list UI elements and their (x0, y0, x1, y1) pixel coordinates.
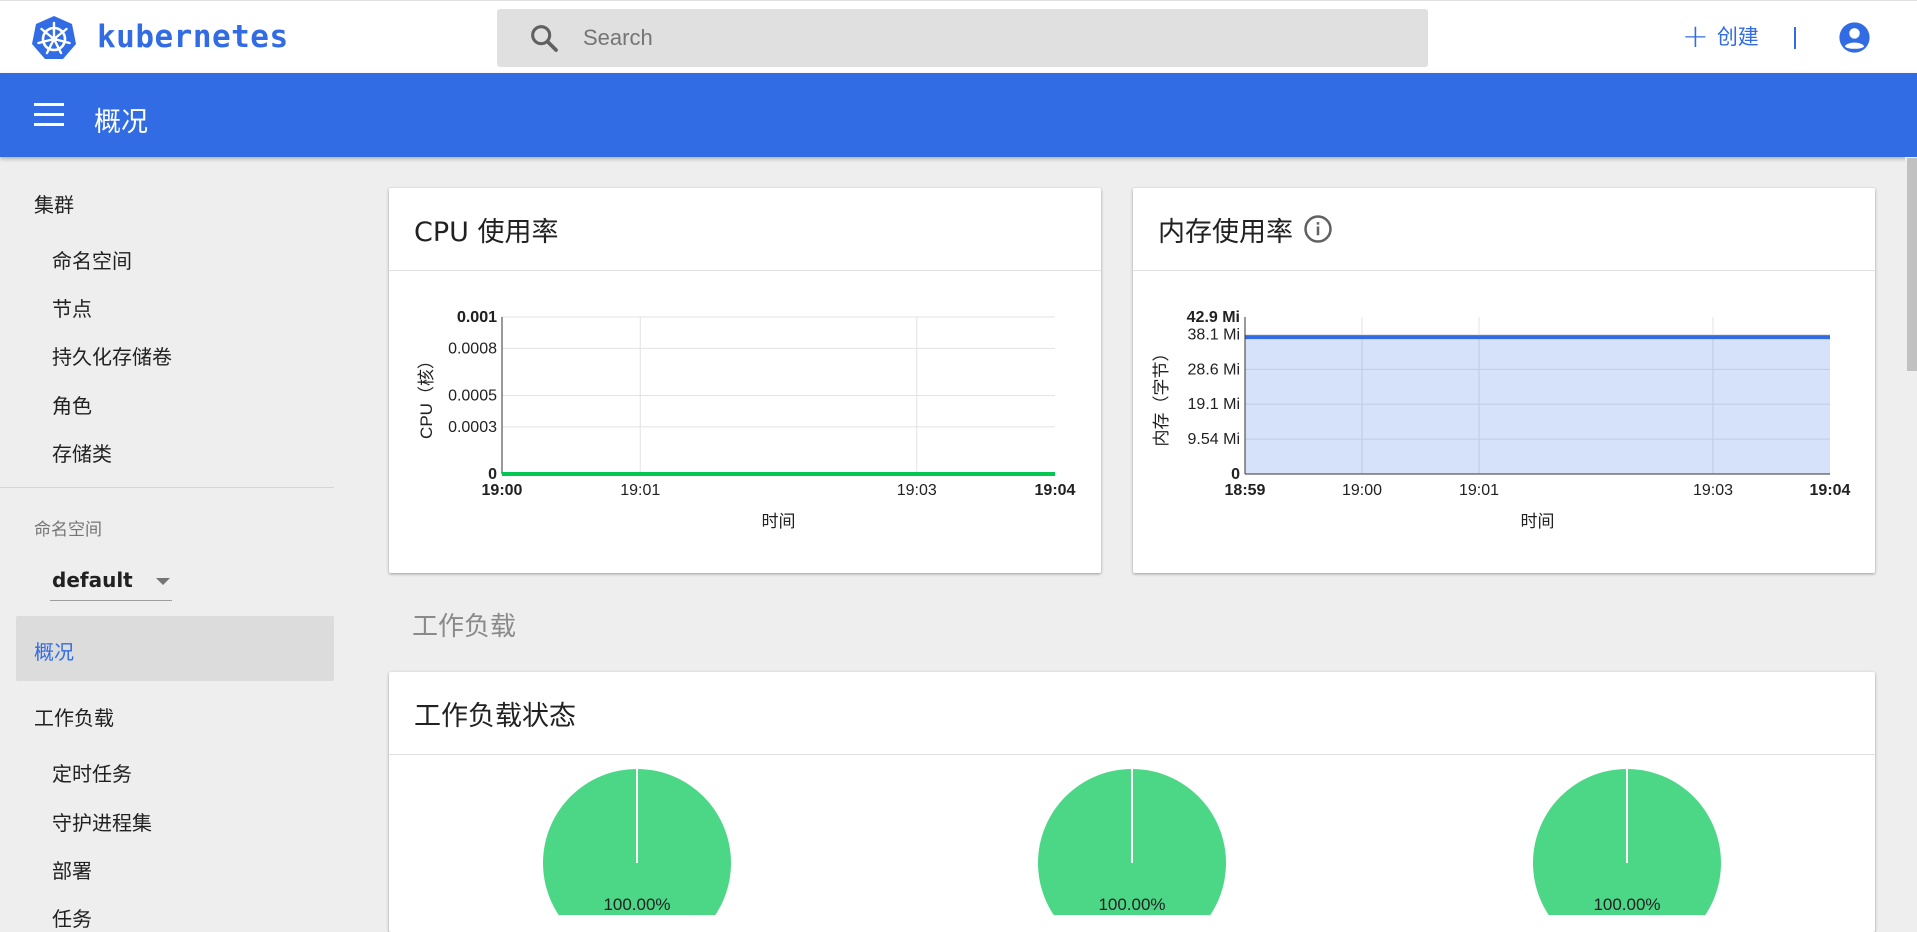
brand-name[interactable]: kubernetes (97, 19, 289, 55)
x-tick-label: 19:03 (897, 482, 937, 499)
x-tick-label: 19:01 (620, 482, 660, 499)
x-tick-label: 19:00 (1342, 482, 1382, 499)
sidebar-item-persistent-volumes[interactable]: 持久化存储卷 (52, 341, 172, 370)
search-bar[interactable] (497, 9, 1428, 67)
x-axis-label: 时间 (1521, 512, 1555, 531)
y-tick-label: 42.9 Mi (1187, 309, 1240, 326)
y-tick-label: 9.54 Mi (1188, 431, 1240, 448)
x-tick-label: 19:04 (1035, 482, 1076, 499)
y-tick-label: 38.1 Mi (1188, 327, 1240, 344)
memory-usage-card: 内存使用率 0 9.54 Mi 19.1 Mi 28.6 Mi 38.1 Mi 42.9 … (1133, 188, 1875, 573)
kubernetes-logo-icon[interactable] (30, 14, 78, 62)
info-icon[interactable] (1303, 214, 1333, 244)
create-label: 创建 (1716, 25, 1759, 49)
sidebar-item-overview-label: 概况 (34, 640, 74, 664)
namespace-value: default (52, 568, 133, 592)
page-toolbar: 概况 (0, 73, 1917, 157)
sidebar-item-storage-classes[interactable]: 存储类 (52, 438, 112, 467)
memory-card-title: 内存使用率 (1158, 216, 1293, 248)
search-icon[interactable] (527, 21, 561, 55)
y-tick-label: 0 (488, 466, 497, 483)
x-axis-label: 时间 (762, 512, 796, 531)
sidebar-item-overview[interactable]: 概况 (16, 616, 334, 681)
scrollbar-thumb[interactable] (1907, 158, 1917, 371)
top-header: kubernetes + 创建 (0, 0, 1917, 73)
y-tick-label: 0.001 (457, 309, 497, 326)
account-circle-icon[interactable] (1838, 21, 1871, 54)
search-input[interactable] (581, 24, 1385, 52)
x-tick-label: 19:03 (1693, 482, 1733, 499)
y-tick-label: 0.0008 (448, 340, 497, 357)
sidebar-item-namespaces[interactable]: 命名空间 (52, 245, 132, 274)
cpu-usage-chart[interactable]: 00.00030.00050.00080.0010.00119:00 19:01 1… (389, 271, 1101, 573)
workload-status-title: 工作负载状态 (389, 672, 1875, 755)
sidebar: 集群 命名空间 节点 持久化存储卷 角色 存储类 命名空间 default 概况… (0, 157, 334, 931)
y-tick-label: 0.0005 (448, 388, 497, 405)
plus-icon: + (1682, 17, 1709, 55)
pie-percent-label: 100.00% (603, 895, 670, 914)
y-axis-label: 内存（字节） (1152, 345, 1171, 447)
x-tick-label: 19:00 (482, 482, 523, 499)
workload-status-card: 工作负载状态 100.00% 100.00% 100.00% (389, 672, 1875, 932)
dropdown-arrow-icon (156, 578, 170, 585)
sidebar-item-jobs[interactable]: 任务 (52, 903, 92, 932)
sidebar-heading-cluster[interactable]: 集群 (34, 189, 74, 218)
sidebar-item-roles[interactable]: 角色 (52, 390, 92, 419)
memory-card-header: 内存使用率 (1133, 188, 1875, 271)
cpu-usage-card: CPU 使用率 0 0.0003 0.0005 0.0008 0.001 0.001 19:… (389, 188, 1101, 573)
sidebar-item-cron-jobs[interactable]: 定时任务 (52, 758, 132, 787)
x-tick-label: 18:59 (1225, 482, 1266, 499)
cpu-card-title: CPU 使用率 (389, 188, 1101, 271)
series-area (1245, 337, 1830, 474)
x-tick-label: 19:04 (1810, 482, 1851, 499)
page-title: 概况 (94, 107, 148, 138)
y-tick-label: 0.0003 (448, 419, 497, 436)
memory-usage-chart[interactable]: 0 9.54 Mi 19.1 Mi 28.6 Mi 38.1 Mi42.9 Mi 18:5… (1133, 271, 1875, 573)
sidebar-item-nodes[interactable]: 节点 (52, 293, 92, 322)
workload-status-charts: 100.00% 100.00% 100.00% (543, 769, 1721, 932)
sidebar-item-deployments[interactable]: 部署 (52, 855, 92, 884)
workloads-section-title: 工作负载 (412, 612, 517, 642)
sidebar-item-daemon-sets[interactable]: 守护进程集 (52, 807, 152, 836)
create-button[interactable]: + 创建 (1682, 17, 1759, 55)
namespace-label: 命名空间 (34, 520, 102, 540)
y-tick-label: 19.1 Mi (1188, 396, 1240, 413)
y-tick-label: 28.6 Mi (1188, 361, 1240, 378)
y-tick-label: 0 (1231, 466, 1240, 483)
sidebar-heading-workloads[interactable]: 工作负载 (34, 702, 114, 731)
menu-icon[interactable] (34, 103, 64, 127)
namespace-selector[interactable]: default (50, 560, 172, 601)
y-axis-label: CPU（核） (417, 352, 436, 439)
pie-percent-label: 100.00% (1098, 895, 1165, 914)
sidebar-divider (0, 487, 334, 488)
header-divider (1794, 27, 1796, 49)
x-tick-label: 19:01 (1459, 482, 1499, 499)
pie-percent-label: 100.00% (1593, 895, 1660, 914)
